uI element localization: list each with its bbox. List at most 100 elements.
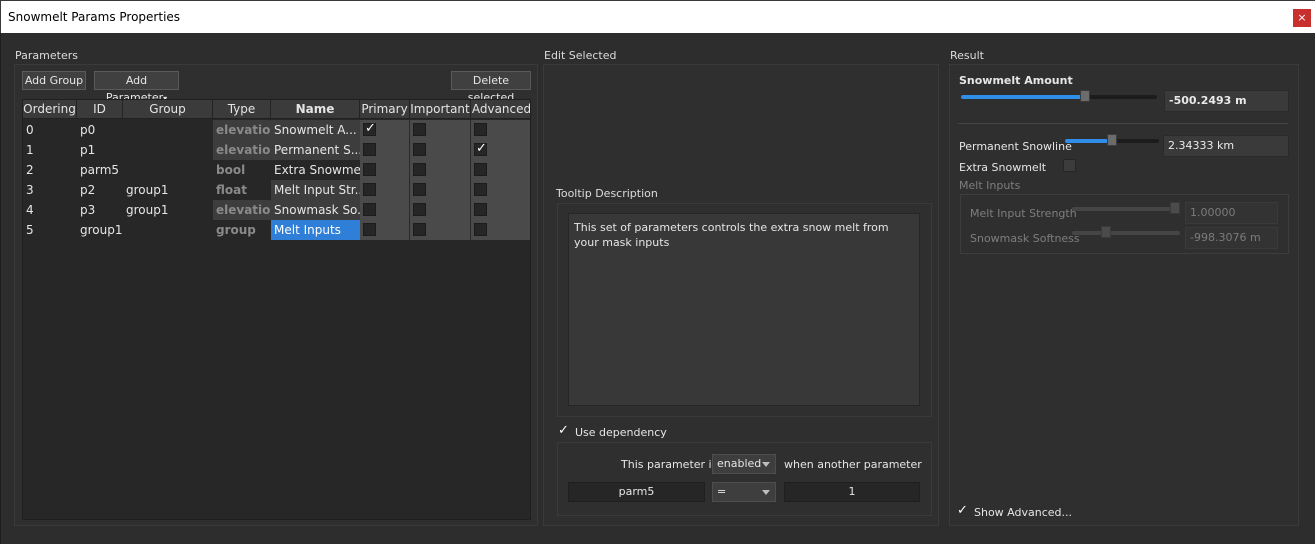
cell-type: elevation xyxy=(213,200,271,220)
cell-id: p0 xyxy=(80,123,96,137)
table-row[interactable]: 0 p0 elevation Snowmelt A... xyxy=(23,120,530,140)
important-checkbox[interactable] xyxy=(413,163,426,176)
cell-ordering: 3 xyxy=(26,183,34,197)
cell-type: elevation xyxy=(213,140,271,160)
cell-id: parm5 xyxy=(80,163,120,177)
table-row[interactable]: 1 p1 elevation Permanent S... xyxy=(23,140,530,160)
chevron-down-icon xyxy=(762,490,770,495)
important-checkbox[interactable] xyxy=(413,143,426,156)
cell-group xyxy=(123,120,213,140)
use-dependency-checkbox[interactable] xyxy=(558,423,571,439)
important-cell xyxy=(410,180,471,200)
cell-group xyxy=(123,220,213,240)
melt-input-strength-slider[interactable] xyxy=(1072,202,1180,214)
snowmelt-amount-label: Snowmelt Amount xyxy=(959,74,1073,87)
cell-id: p1 xyxy=(80,143,96,157)
snowmask-softness-value[interactable]: -998.3076 m xyxy=(1185,227,1278,249)
column-header-primary[interactable]: Primary xyxy=(360,100,410,119)
cell-group xyxy=(123,140,213,160)
table-row[interactable]: 4 p3 group1 elevation Snowmask So... xyxy=(23,200,530,220)
cell-ordering: 5 xyxy=(26,223,34,237)
column-header-type[interactable]: Type xyxy=(213,100,271,119)
cell-ordering: 0 xyxy=(26,123,34,137)
cell-name[interactable]: Snowmelt A... xyxy=(271,120,360,140)
snowmelt-amount-value[interactable]: -500.2493 m xyxy=(1164,90,1289,112)
dependency-value-field[interactable]: 1 xyxy=(784,482,920,502)
this-parameter-is-label: This parameter is xyxy=(621,458,718,471)
close-button[interactable]: × xyxy=(1293,9,1311,27)
cell-type: elevation xyxy=(213,120,271,140)
important-checkbox[interactable] xyxy=(413,223,426,236)
primary-cell xyxy=(360,160,410,180)
column-header-ordering[interactable]: Ordering xyxy=(23,100,77,119)
slider-fill xyxy=(1065,139,1112,143)
snowmelt-amount-slider[interactable] xyxy=(961,90,1157,102)
cell-name-selected[interactable]: Melt Inputs xyxy=(271,220,360,240)
primary-checkbox[interactable] xyxy=(363,121,376,136)
state-dropdown[interactable]: enabled xyxy=(712,454,776,474)
primary-checkbox[interactable] xyxy=(363,183,376,196)
add-group-button[interactable]: Add Group xyxy=(22,71,86,90)
column-header-advanced[interactable]: Advanced xyxy=(471,100,530,119)
column-header-group[interactable]: Group xyxy=(123,100,213,119)
slider-handle[interactable] xyxy=(1107,134,1117,146)
add-parameter-button[interactable]: Add Parameter▾ xyxy=(94,71,179,104)
advanced-cell xyxy=(471,180,530,200)
show-advanced-checkbox[interactable] xyxy=(957,503,970,519)
column-header-id[interactable]: ID xyxy=(77,100,123,119)
edit-selected-section-label: Edit Selected xyxy=(544,49,617,62)
cell-name[interactable]: Melt Input Str... xyxy=(271,180,360,200)
permanent-snowline-slider[interactable] xyxy=(1065,134,1159,146)
melt-input-strength-value[interactable]: 1.00000 xyxy=(1185,202,1278,224)
cell-ordering: 4 xyxy=(26,203,34,217)
column-header-name[interactable]: Name xyxy=(271,100,360,119)
advanced-checkbox[interactable] xyxy=(474,223,487,236)
cell-group: group1 xyxy=(126,203,169,217)
delete-selected-button[interactable]: Delete selected xyxy=(451,71,531,104)
extra-snowmelt-label: Extra Snowmelt xyxy=(959,161,1047,174)
primary-checkbox[interactable] xyxy=(363,223,376,236)
tooltip-textarea[interactable]: This set of parameters controls the extr… xyxy=(568,213,920,406)
extra-snowmelt-checkbox[interactable] xyxy=(1063,159,1076,172)
primary-cell xyxy=(360,220,410,240)
state-dropdown-value: enabled xyxy=(717,457,762,470)
slider-handle[interactable] xyxy=(1170,202,1180,214)
primary-checkbox[interactable] xyxy=(363,203,376,216)
snowmask-softness-slider[interactable] xyxy=(1072,226,1180,238)
advanced-checkbox[interactable] xyxy=(474,183,487,196)
advanced-checkbox[interactable] xyxy=(474,141,487,156)
cell-group xyxy=(123,160,213,180)
important-checkbox[interactable] xyxy=(413,123,426,136)
table-row[interactable]: 5 group1 group Melt Inputs xyxy=(23,220,530,240)
primary-checkbox[interactable] xyxy=(363,163,376,176)
primary-checkbox[interactable] xyxy=(363,143,376,156)
advanced-checkbox[interactable] xyxy=(474,163,487,176)
chevron-down-icon xyxy=(762,462,770,467)
important-checkbox[interactable] xyxy=(413,183,426,196)
show-advanced-label: Show Advanced... xyxy=(974,506,1073,519)
cell-name[interactable]: Permanent S... xyxy=(271,140,360,160)
separator xyxy=(958,123,1288,124)
important-checkbox[interactable] xyxy=(413,203,426,216)
cell-id: p3 xyxy=(80,203,96,217)
table-row[interactable]: 2 parm5 bool Extra Snowmelt xyxy=(23,160,530,180)
advanced-checkbox[interactable] xyxy=(474,203,487,216)
important-cell xyxy=(410,220,471,240)
slider-handle[interactable] xyxy=(1101,226,1111,238)
dependency-parameter-field[interactable]: parm5 xyxy=(568,482,705,502)
result-panel xyxy=(949,64,1299,526)
slider-handle[interactable] xyxy=(1080,90,1090,102)
cell-ordering: 2 xyxy=(26,163,34,177)
operator-dropdown[interactable]: = xyxy=(712,482,776,502)
cell-name[interactable]: Snowmask So... xyxy=(271,200,360,220)
column-header-important[interactable]: Important xyxy=(410,100,471,119)
tooltip-description-label: Tooltip Description xyxy=(556,187,658,200)
table-row[interactable]: 3 p2 group1 float Melt Input Str... xyxy=(23,180,530,200)
advanced-checkbox[interactable] xyxy=(474,123,487,136)
parameters-table[interactable]: Ordering ID Group Type Name Primary Impo… xyxy=(22,99,531,520)
cell-name[interactable]: Extra Snowmelt xyxy=(271,160,360,180)
permanent-snowline-value[interactable]: 2.34333 km xyxy=(1163,135,1289,157)
primary-cell xyxy=(360,200,410,220)
use-dependency-label: Use dependency xyxy=(575,426,667,439)
window-title: Snowmelt Params Properties xyxy=(8,10,181,24)
